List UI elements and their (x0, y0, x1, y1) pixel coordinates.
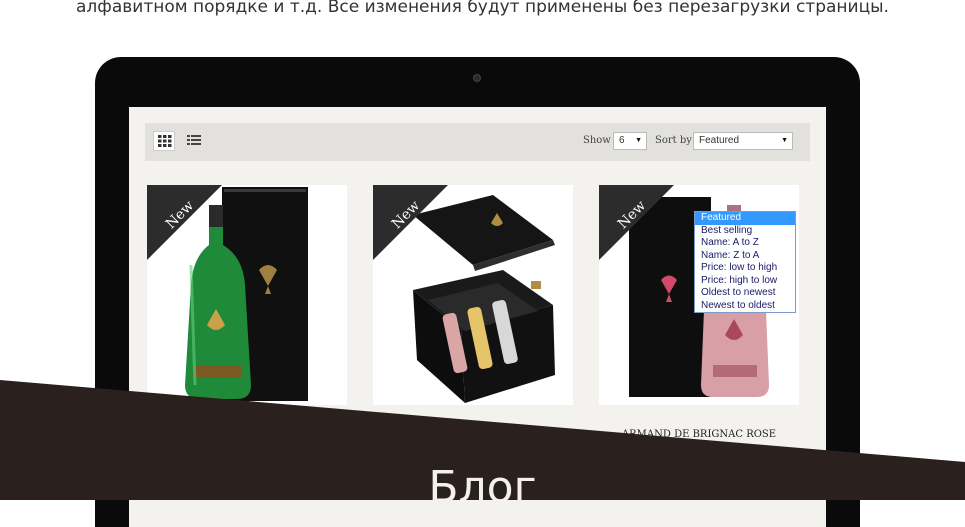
sort-option[interactable]: Price: high to low (695, 275, 795, 288)
sort-option[interactable]: Oldest to newest (695, 287, 795, 300)
sort-option[interactable]: Price: low to high (695, 262, 795, 275)
show-label: Show (583, 135, 611, 146)
blog-section-title: Блог (428, 462, 537, 513)
sort-by-label: Sort by (655, 135, 692, 146)
chevron-down-icon: ▼ (635, 137, 642, 144)
list-view-button[interactable] (183, 131, 205, 151)
show-count-select[interactable]: 6 ▼ (613, 132, 647, 150)
sort-dropdown-list: Featured Best selling Name: A to Z Name:… (694, 211, 796, 313)
laptop-frame: Show 6 ▼ Sort by Featured ▼ Featured Bes… (95, 57, 860, 527)
new-badge: New (147, 185, 222, 260)
product-title[interactable]: ARMAND DE BRIGNAC ROSE (599, 429, 799, 440)
sort-option[interactable]: Name: A to Z (695, 237, 795, 250)
catalog-toolbar: Show 6 ▼ Sort by Featured ▼ (145, 123, 810, 161)
sort-option[interactable]: Best selling (695, 225, 795, 238)
chevron-down-icon: ▼ (781, 137, 788, 144)
sort-option[interactable]: Featured (695, 212, 795, 225)
sort-option[interactable]: Newest to oldest (695, 300, 795, 313)
grid-view-button[interactable] (153, 131, 175, 151)
sort-select-value: Featured (699, 135, 740, 146)
intro-text: алфавитном порядке и т.д. Все изменения … (76, 0, 889, 17)
product-card[interactable]: New (147, 185, 347, 405)
product-card[interactable]: New (373, 185, 573, 405)
sort-select[interactable]: Featured ▼ (693, 132, 793, 150)
new-badge: New (373, 185, 448, 260)
show-count-value: 6 (619, 135, 625, 146)
camera-icon (473, 74, 481, 82)
grid-view-icon (158, 135, 172, 147)
new-badge: New (599, 185, 674, 260)
list-view-icon (187, 135, 201, 145)
sort-option[interactable]: Name: Z to A (695, 250, 795, 263)
